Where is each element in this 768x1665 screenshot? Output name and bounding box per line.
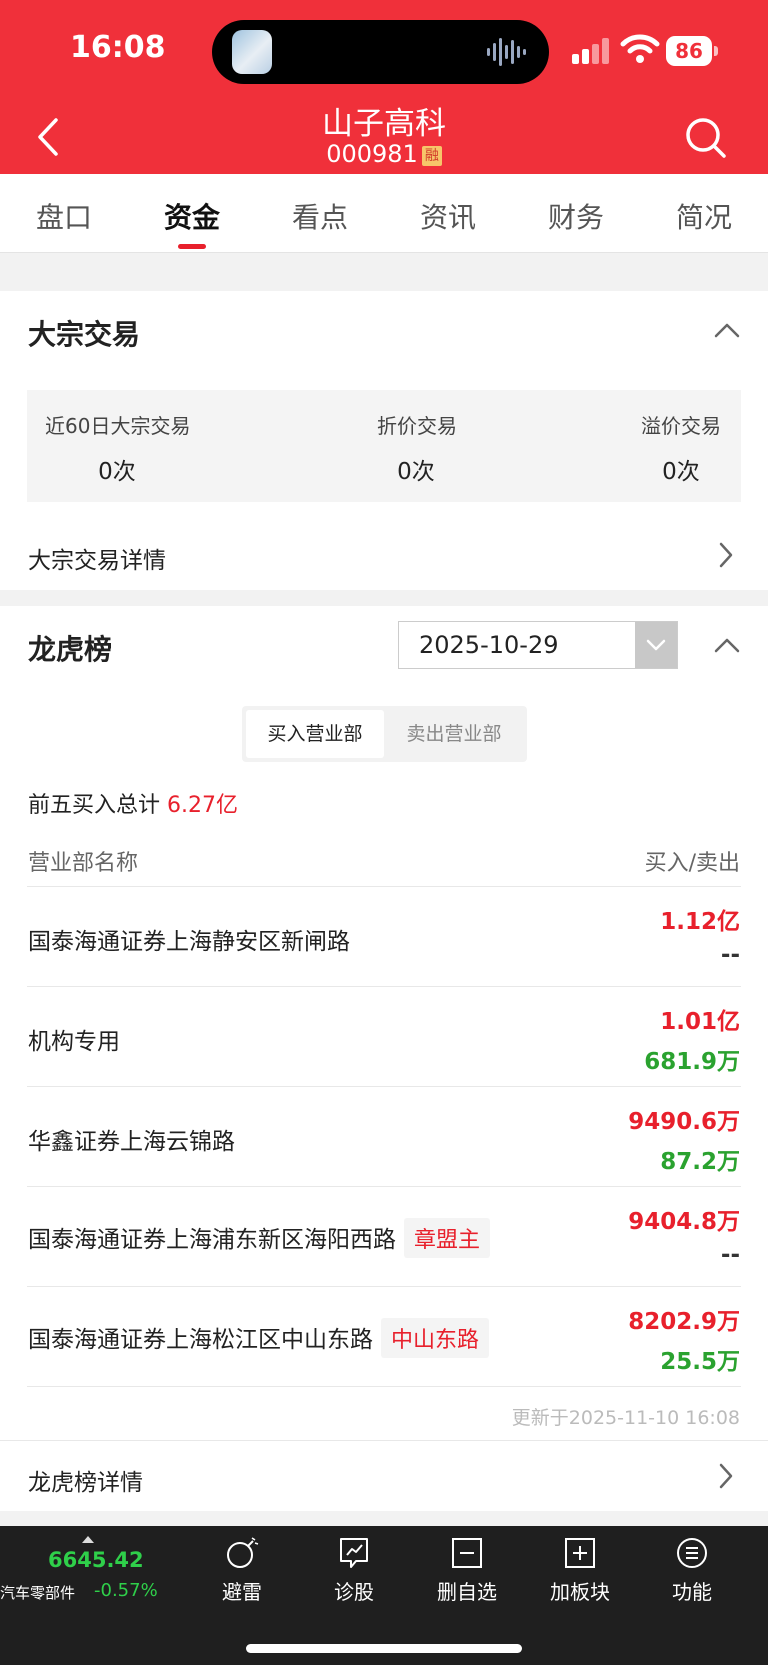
- stock-code: 000981: [326, 140, 418, 168]
- margin-badge: 融: [421, 146, 442, 166]
- status-time: 16:08: [70, 30, 166, 65]
- battery-indicator: 86: [666, 36, 720, 66]
- sector-index-change[interactable]: -0.57%: [94, 1580, 158, 1601]
- divider: [27, 1086, 741, 1087]
- dragon-tiger-detail-link[interactable]: 龙虎榜详情: [28, 1463, 143, 1497]
- segment-buy-branches[interactable]: 买入营业部: [246, 710, 384, 758]
- column-header-buy-sell: 买入/卖出: [644, 851, 740, 876]
- divider: [0, 1440, 768, 1441]
- diagnose-stock-label: 诊股: [334, 1580, 374, 1604]
- buy-sell-segment: 买入营业部 卖出营业部: [242, 706, 527, 762]
- home-indicator[interactable]: [246, 1644, 522, 1653]
- tab-profile[interactable]: 简况: [640, 196, 768, 236]
- stock-name: 山子高科: [322, 106, 446, 142]
- plus-square-icon: [565, 1538, 595, 1568]
- buy-amount: 9490.6万: [628, 1109, 740, 1135]
- column-header-name: 营业部名称: [28, 851, 139, 876]
- stat-value-discount: 0次: [397, 459, 435, 485]
- buy-amount: 1.12亿: [660, 909, 740, 935]
- stock-code-line: 000981 融: [0, 140, 768, 168]
- chevron-right-icon[interactable]: [718, 1463, 734, 1489]
- sell-amount: --: [720, 942, 740, 968]
- block-trade-detail-link[interactable]: 大宗交易详情: [28, 541, 166, 575]
- date-selector[interactable]: 2025-10-29: [398, 621, 678, 669]
- divider: [27, 1386, 741, 1387]
- branch-name: 国泰海通证券上海松江区中山东路: [28, 1327, 373, 1353]
- bomb-icon: [227, 1537, 259, 1568]
- tab-pankou[interactable]: 盘口: [0, 196, 128, 236]
- buy-amount: 9404.8万: [628, 1209, 740, 1235]
- sell-amount: 25.5万: [660, 1349, 740, 1375]
- battery-level: 86: [666, 36, 712, 66]
- expand-arrow-icon[interactable]: [82, 1536, 94, 1543]
- branch-row-name-with-tag: 国泰海通证券上海松江区中山东路 中山东路: [28, 1318, 490, 1358]
- divider: [27, 886, 741, 887]
- stat-value-60day: 0次: [98, 459, 136, 485]
- collapse-chevron-up-icon[interactable]: [714, 322, 740, 338]
- tab-bar: 盘口 资金 看点 资讯 财务 简况: [0, 174, 768, 253]
- dropdown-button[interactable]: [635, 622, 677, 668]
- wifi-icon: [620, 34, 660, 63]
- buy-amount: 8202.9万: [628, 1309, 740, 1335]
- branch-name: 国泰海通证券上海浦东新区海阳西路: [28, 1227, 396, 1253]
- sell-amount: 681.9万: [644, 1049, 740, 1075]
- stat-label-60day: 近60日大宗交易: [45, 414, 191, 438]
- active-tab-indicator: [178, 244, 206, 249]
- tab-news[interactable]: 资讯: [384, 196, 512, 236]
- divider: [27, 1186, 741, 1187]
- buy-amount: 1.01亿: [660, 1009, 740, 1035]
- functions-label: 功能: [672, 1580, 712, 1604]
- remove-watchlist-label: 删自选: [437, 1580, 497, 1604]
- diagnose-stock-button[interactable]: 诊股: [309, 1530, 399, 1605]
- avoid-risk-button[interactable]: 避雷: [197, 1530, 287, 1605]
- minus-square-icon: [452, 1538, 482, 1568]
- search-icon[interactable]: [682, 114, 730, 162]
- add-sector-button[interactable]: 加板块: [535, 1530, 625, 1605]
- sector-index-name[interactable]: 汽车零部件: [0, 1582, 75, 1603]
- menu-circle-icon: [677, 1538, 707, 1568]
- updated-timestamp: 更新于2025-11-10 16:08: [511, 1407, 740, 1429]
- now-playing-thumbnail: [232, 30, 272, 74]
- sell-amount: 87.2万: [660, 1149, 740, 1175]
- collapse-chevron-up-icon[interactable]: [714, 637, 740, 653]
- total-value: 6.27亿: [167, 793, 239, 818]
- audio-wave-icon: [487, 38, 526, 66]
- segment-sell-branches[interactable]: 卖出营业部: [384, 710, 524, 758]
- top5-buy-total: 前五买入总计 6.27亿: [28, 787, 238, 819]
- avoid-risk-label: 避雷: [222, 1580, 262, 1604]
- chevron-down-icon: [646, 639, 666, 651]
- divider: [27, 986, 741, 987]
- tab-highlights[interactable]: 看点: [256, 196, 384, 236]
- selected-date: 2025-10-29: [419, 631, 559, 659]
- branch-name: 机构专用: [28, 1029, 120, 1055]
- block-trade-title: 大宗交易: [28, 318, 141, 351]
- functions-button[interactable]: 功能: [647, 1530, 737, 1605]
- sector-index-value[interactable]: 6645.42: [48, 1548, 144, 1572]
- branch-name: 国泰海通证券上海静安区新闸路: [28, 929, 350, 955]
- divider: [27, 1286, 741, 1287]
- branch-row-name-with-tag: 国泰海通证券上海浦东新区海阳西路 章盟主: [28, 1218, 491, 1258]
- total-label: 前五买入总计: [28, 793, 161, 818]
- cellular-signal-icon: [572, 38, 609, 64]
- branch-name: 华鑫证券上海云锦路: [28, 1129, 235, 1155]
- add-sector-label: 加板块: [550, 1580, 610, 1604]
- tab-funds[interactable]: 资金: [128, 196, 256, 236]
- chevron-right-icon[interactable]: [718, 542, 734, 568]
- app-header: 16:08 86 山子高科 000981 融: [0, 0, 768, 174]
- diagnose-chart-icon: [340, 1538, 368, 1568]
- stat-label-discount: 折价交易: [377, 414, 457, 438]
- trader-tag[interactable]: 章盟主: [404, 1218, 491, 1258]
- sell-amount: --: [720, 1242, 740, 1268]
- bottom-toolbar: 6645.42 汽车零部件 -0.57% 避雷 诊股 删自选 加板块 功能: [0, 1526, 768, 1665]
- block-trade-stats: 近60日大宗交易 0次 折价交易 0次 溢价交易 0次: [27, 390, 741, 502]
- tab-finance[interactable]: 财务: [512, 196, 640, 236]
- dynamic-island: [212, 20, 549, 84]
- remove-watchlist-button[interactable]: 删自选: [422, 1530, 512, 1605]
- stat-label-premium: 溢价交易: [641, 414, 721, 438]
- trader-tag[interactable]: 中山东路: [381, 1318, 490, 1358]
- stat-value-premium: 0次: [662, 459, 700, 485]
- dragon-tiger-title: 龙虎榜: [28, 633, 113, 666]
